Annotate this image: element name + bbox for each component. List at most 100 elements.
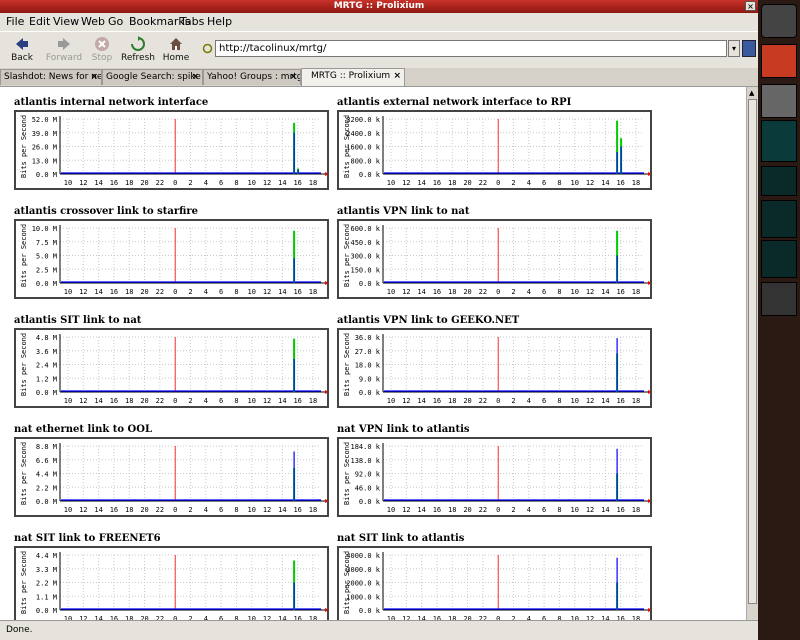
x-tick-label: 16	[110, 397, 118, 405]
graph-title[interactable]: atlantis crossover link to starfire	[14, 206, 198, 217]
x-tick-label: 12	[402, 179, 410, 187]
graph-title[interactable]: nat SIT link to FREENET6	[14, 533, 161, 544]
graph-title[interactable]: atlantis internal network interface	[14, 97, 208, 108]
y-tick-label: 150.0 k	[350, 266, 380, 274]
back-button[interactable]: Back	[2, 34, 42, 66]
menu-view[interactable]: View	[53, 15, 79, 28]
graph-frame: 52.0 M 39.0 M 26.0 M 13.0 M 0.0 M 10 12 14 16 18 2…	[14, 110, 329, 190]
go-icon[interactable]	[742, 40, 756, 57]
graph-title[interactable]: nat VPN link to atlantis	[337, 424, 470, 435]
scrollbar-thumb[interactable]	[748, 99, 757, 604]
y-tick-label: 600.0 k	[350, 225, 380, 233]
x-tick-label: 16	[616, 397, 624, 405]
graph-title[interactable]: atlantis external network interface to R…	[337, 97, 571, 108]
traffic-graph[interactable]: atlantis internal network interface 52.0 …	[14, 97, 329, 190]
tab-close-icon[interactable]: ×	[191, 70, 199, 85]
dock-app-icon[interactable]	[761, 4, 797, 38]
tab-close-icon[interactable]: ×	[289, 70, 297, 85]
graph-title[interactable]: nat ethernet link to OOL	[14, 424, 152, 435]
dock-app-icon[interactable]	[761, 44, 797, 78]
scroll-up-icon[interactable]: ▲	[749, 89, 754, 97]
tab-close-icon[interactable]: ×	[90, 70, 98, 85]
x-tick-label: 8	[557, 179, 561, 187]
back-arrow-icon	[16, 38, 28, 50]
dock-monitor-widget	[761, 200, 797, 238]
x-tick-label: 0	[173, 506, 177, 514]
y-tick-label: 2.5 M	[36, 266, 57, 274]
graph-plot: 4000.0 k3000.0 k2000.0 k1000.0 k0.0 k10 1…	[343, 551, 650, 620]
tab-mrtg[interactable]: MRTG :: Prolixium ×	[301, 68, 405, 86]
y-tick-label: 9.0 k	[359, 375, 381, 383]
traffic-graph[interactable]: nat VPN link to atlantis 184.0 k 138.0 k 92…	[337, 424, 652, 517]
x-tick-label: 18	[309, 179, 317, 187]
page-proxy-icon[interactable]	[202, 43, 213, 54]
x-tick-label: 2	[188, 288, 192, 296]
tab-label: Slashdot: News for ne	[4, 72, 102, 82]
x-tick-label: 8	[557, 506, 561, 514]
graph-plot: 600.0 k 450.0 k 300.0 k 150.0 k 0.0 k 10 12 14 1…	[343, 224, 650, 296]
traffic-graph[interactable]: atlantis crossover link to starfire 10.0 …	[14, 206, 329, 299]
dock-panel	[758, 0, 800, 640]
menu-edit[interactable]: Edit	[29, 15, 50, 28]
menu-help[interactable]: Help	[207, 15, 232, 28]
y-tick-label: 1.2 M	[36, 375, 57, 383]
status-bar: Done.	[0, 620, 758, 640]
x-tick-label: 8	[557, 397, 561, 405]
dock-app-icon[interactable]	[761, 282, 797, 316]
dock-app-icon[interactable]	[761, 84, 797, 118]
traffic-graph[interactable]: nat SIT link to atlantis 4000.0 k 3000.0 k…	[337, 533, 652, 620]
x-tick-label: 22	[156, 288, 164, 296]
y-axis-label: Bits per Second	[20, 442, 28, 505]
graph-title[interactable]: nat SIT link to atlantis	[337, 533, 464, 544]
y-tick-label: 52.0 M	[32, 116, 57, 124]
x-tick-label: 20	[463, 506, 471, 514]
x-tick-label: 22	[156, 179, 164, 187]
stop-button[interactable]: Stop	[86, 34, 118, 66]
x-tick-label: 4	[204, 179, 208, 187]
y-tick-label: 2000.0 k	[346, 580, 381, 588]
tab-google[interactable]: Google Search: spike ×	[102, 69, 203, 85]
menu-tabs[interactable]: Tabs	[180, 15, 204, 28]
url-dropdown-button[interactable]: ▾	[728, 40, 740, 57]
y-tick-label: 2.2 M	[36, 580, 57, 588]
forward-button[interactable]: Forward	[44, 34, 84, 66]
refresh-label[interactable]: Refresh	[121, 53, 155, 63]
page-content: atlantis internal network interface 52.0 …	[0, 87, 746, 620]
close-icon[interactable]: ×	[745, 1, 756, 11]
tab-yahoo[interactable]: Yahoo! Groups : mrtg ×	[203, 69, 301, 85]
traffic-graph[interactable]: nat SIT link to FREENET6 4.4 M 3.3 M 2.2 M 1…	[14, 533, 329, 620]
menu-web[interactable]: Web	[81, 15, 105, 28]
y-tick-label: 300.0 k	[350, 253, 380, 261]
x-tick-label: 14	[94, 288, 102, 296]
graph-title[interactable]: atlantis SIT link to nat	[14, 315, 141, 326]
tab-slashdot[interactable]: Slashdot: News for ne ×	[0, 69, 102, 85]
graph-title[interactable]: atlantis VPN link to nat	[337, 206, 470, 217]
traffic-graph[interactable]: atlantis VPN link to nat 600.0 k 450.0 k 30…	[337, 206, 652, 299]
y-tick-label: 3.6 M	[36, 348, 57, 356]
x-tick-label: 16	[293, 288, 301, 296]
home-button[interactable]: Home	[156, 34, 196, 66]
y-tick-label: 800.0 k	[350, 157, 380, 165]
traffic-graph[interactable]: nat ethernet link to OOL 8.8 M 6.6 M 4.4 M 2…	[14, 424, 329, 517]
traffic-graph[interactable]: atlantis VPN link to GEEKO.NET 36.0 k 27.0…	[337, 315, 652, 408]
x-tick-label: 10	[571, 506, 579, 514]
tab-close-icon[interactable]: ×	[393, 69, 401, 84]
vertical-scrollbar[interactable]: ▲	[746, 87, 758, 620]
x-tick-label: 0	[173, 288, 177, 296]
y-tick-label: 0.0 k	[359, 171, 381, 179]
menu-file[interactable]: File	[6, 15, 24, 28]
graph-title[interactable]: atlantis VPN link to GEEKO.NET	[337, 315, 519, 326]
y-axis-label: Bits per Second	[20, 551, 28, 614]
url-input[interactable]: http://tacolinux/mrtg/	[215, 40, 727, 57]
traffic-graph[interactable]: atlantis external network interface to R…	[337, 97, 652, 190]
x-tick-label: 8	[557, 288, 561, 296]
x-tick-label: 14	[278, 179, 286, 187]
x-tick-label: 12	[586, 288, 594, 296]
refresh-button[interactable]: Refresh	[118, 34, 158, 66]
traffic-graph[interactable]: atlantis SIT link to nat 4.8 M 3.6 M 2.4 M 1…	[14, 315, 329, 408]
x-tick-label: 12	[402, 288, 410, 296]
x-tick-label: 14	[278, 288, 286, 296]
menu-go[interactable]: Go	[108, 15, 123, 28]
x-axis-arrow	[325, 281, 327, 285]
x-tick-label: 2	[188, 506, 192, 514]
